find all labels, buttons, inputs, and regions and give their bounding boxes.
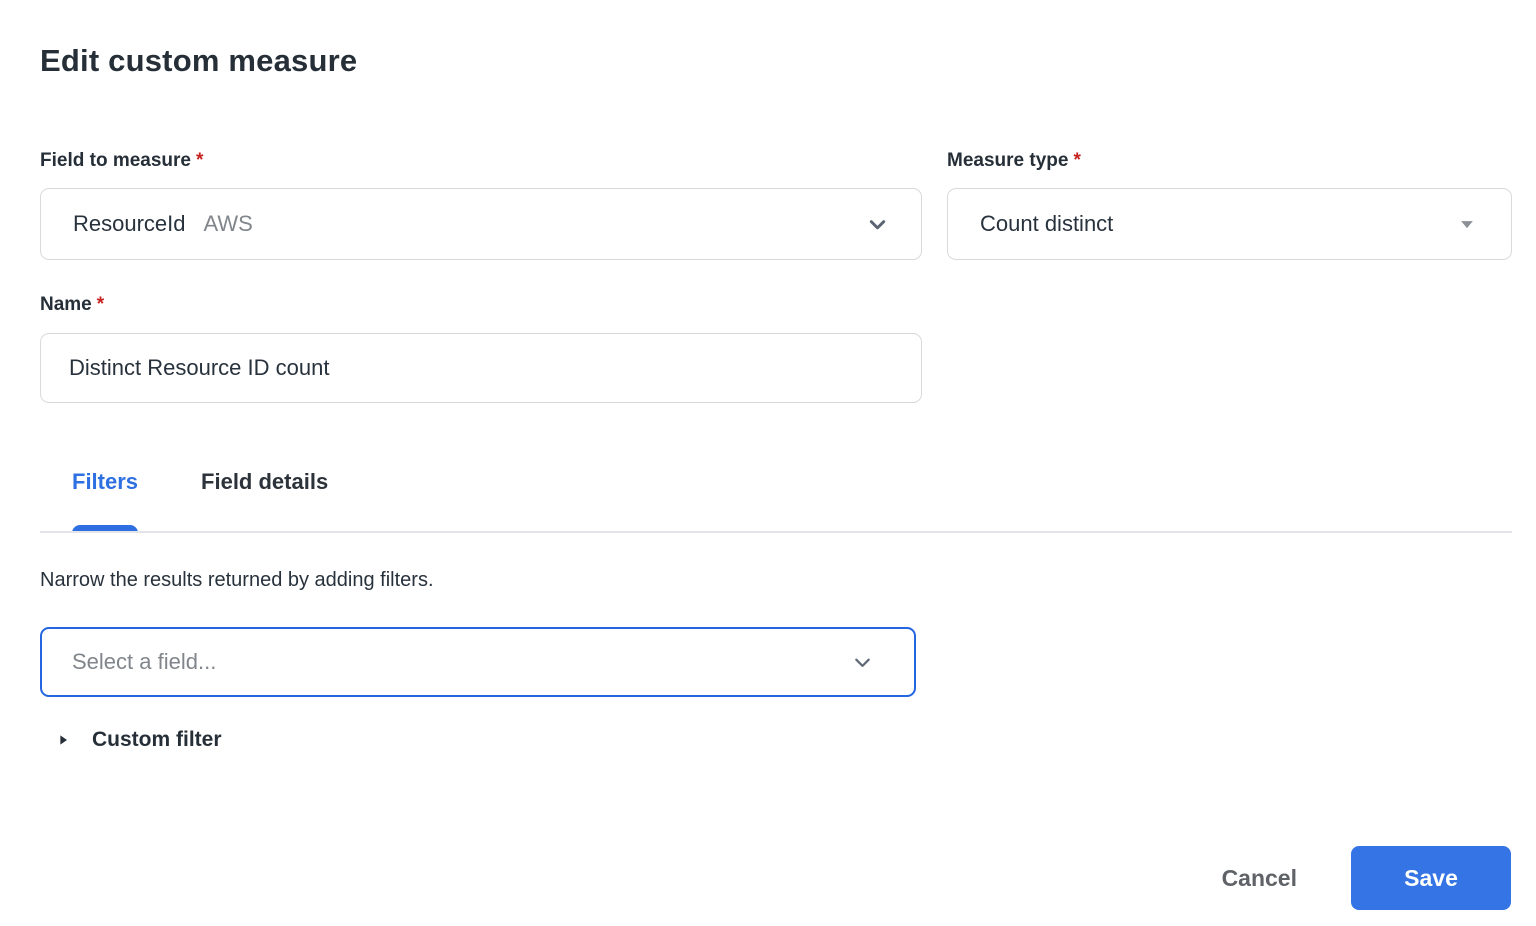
page-title: Edit custom measure xyxy=(40,42,358,78)
save-button[interactable]: Save xyxy=(1351,846,1511,910)
name-label-text: Name xyxy=(40,294,92,315)
required-asterisk: * xyxy=(196,150,204,171)
filter-field-select[interactable]: Select a field... xyxy=(40,627,916,697)
filter-field-placeholder: Select a field... xyxy=(72,649,217,674)
field-to-measure-select[interactable]: ResourceId AWS xyxy=(40,188,922,260)
chevron-down-icon xyxy=(849,649,876,676)
field-to-measure-label: Field to measure * xyxy=(40,150,203,172)
edit-custom-measure-dialog: Edit custom measure Field to measure * Re… xyxy=(0,0,1536,926)
required-asterisk: * xyxy=(1073,150,1081,171)
field-to-measure-value: ResourceId xyxy=(73,211,186,236)
measure-type-label: Measure type * xyxy=(947,150,1081,172)
tab-divider xyxy=(40,531,1512,533)
tab-field-details[interactable]: Field details xyxy=(201,469,328,533)
tab-bar: Filters Field details xyxy=(72,469,328,533)
field-to-measure-source-badge: AWS xyxy=(203,211,253,236)
custom-filter-label: Custom filter xyxy=(92,728,222,751)
filters-description: Narrow the results returned by adding fi… xyxy=(40,569,434,591)
triangle-right-icon xyxy=(55,732,71,748)
cancel-button[interactable]: Cancel xyxy=(1218,855,1301,902)
tab-filters-label: Filters xyxy=(72,469,139,494)
measure-type-value: Count distinct xyxy=(980,211,1114,236)
dialog-footer: Cancel Save xyxy=(1218,846,1511,910)
name-input[interactable] xyxy=(40,333,922,403)
measure-type-label-text: Measure type xyxy=(947,150,1069,171)
custom-filter-expander[interactable]: Custom filter xyxy=(55,728,222,752)
measure-type-select[interactable]: Count distinct xyxy=(947,188,1512,260)
tab-field-details-label: Field details xyxy=(201,469,329,494)
field-to-measure-label-text: Field to measure xyxy=(40,150,191,171)
chevron-down-icon xyxy=(864,211,891,238)
required-asterisk: * xyxy=(96,294,105,315)
dropdown-caret-icon xyxy=(1453,210,1481,238)
name-label: Name * xyxy=(40,294,104,316)
tab-filters[interactable]: Filters xyxy=(72,469,139,533)
